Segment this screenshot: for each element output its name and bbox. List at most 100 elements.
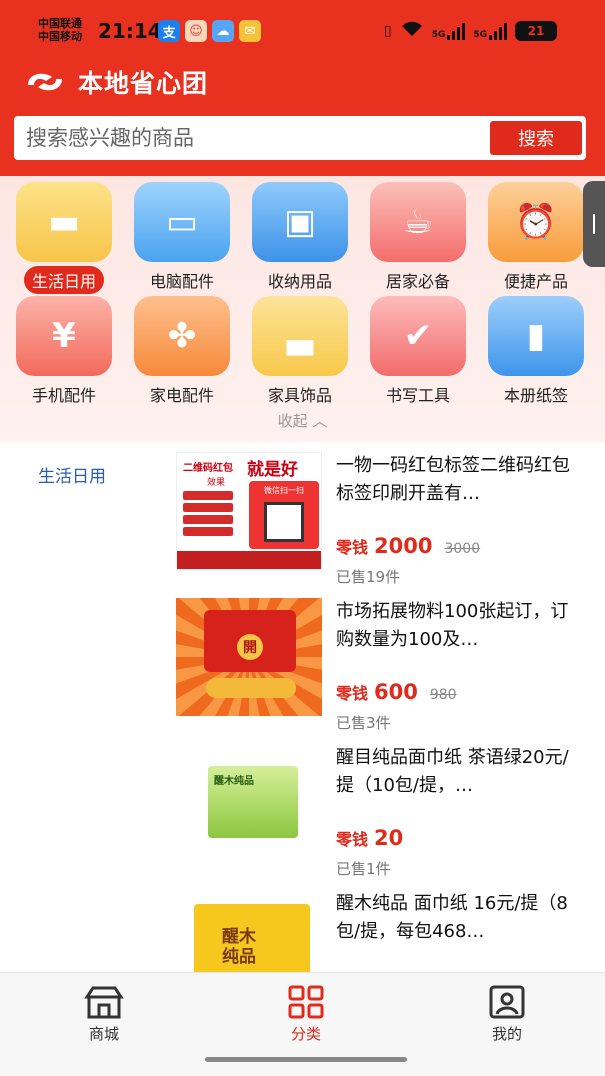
- price-currency: 零钱: [336, 538, 369, 557]
- category-label: 电脑配件: [149, 272, 214, 291]
- tissue-box-icon: ▬: [16, 182, 112, 262]
- category-label: 便捷产品: [503, 272, 568, 291]
- product-price: 零钱 20: [336, 826, 409, 850]
- header: 中国联通 中国移动 21:14 支 ☺ ☁ ✉ ▯ 5G 5G 21 本地省心团…: [0, 0, 605, 176]
- category-item-furniture[interactable]: ▃ 家具饰品: [241, 296, 359, 408]
- computer-icon: ▭: [134, 182, 230, 262]
- category-label: 家具饰品: [267, 386, 332, 405]
- category-grid-icon: [288, 985, 324, 1019]
- product-title[interactable]: 醒目纯品面巾纸 茶语绿20元/提（10包/提，…: [336, 744, 586, 800]
- search-input[interactable]: [14, 126, 490, 150]
- status-right: ▯ 5G 5G 21: [384, 20, 557, 42]
- sold-count: 已售19件: [336, 568, 401, 586]
- category-item-writing[interactable]: ✔ 书写工具: [359, 296, 477, 408]
- shop-icon: [84, 986, 124, 1019]
- sold-count: 已售3件: [336, 714, 391, 732]
- category-item-home[interactable]: ☕ 居家必备: [359, 182, 477, 294]
- category-item-daily[interactable]: ▬ 生活日用: [5, 182, 123, 294]
- image-footer: [177, 551, 321, 569]
- search-button[interactable]: 搜索: [490, 121, 582, 155]
- mascot-app-icon: ☺: [185, 20, 207, 42]
- category-label: 收纳用品: [267, 272, 332, 291]
- home-indicator[interactable]: [205, 1057, 407, 1062]
- brand-name: 本地省心团: [78, 69, 209, 98]
- signal-1-label: 5G: [431, 30, 446, 40]
- category-item-phone[interactable]: ¥ 手机配件: [5, 296, 123, 408]
- category-label: 家电配件: [149, 386, 214, 405]
- original-price: 980: [429, 687, 457, 703]
- price-currency: 零钱: [336, 830, 369, 849]
- vibrate-icon: ▯: [383, 23, 392, 39]
- tab-shop[interactable]: 商城: [64, 985, 144, 1044]
- category-panel: ▬ 生活日用 ▭ 电脑配件 ▣ 收纳用品 ☕ 居家必备 ⏰ 便捷产品 ¥ 手机配…: [0, 176, 605, 442]
- collapse-button[interactable]: 收起 ︿: [0, 410, 605, 431]
- red-envelope-graphic: 微信扫一扫: [249, 481, 319, 549]
- carrier-info: 中国联通 中国移动: [38, 17, 82, 43]
- alipay-icon: 支: [158, 20, 180, 42]
- sofa-icon: ▃: [252, 296, 348, 376]
- image-text: 二维码红包: [183, 463, 233, 474]
- signal-1: 5G: [432, 22, 466, 40]
- qr-code-icon: [264, 502, 304, 542]
- product-image: 二维码红包 就是好 效果 微信扫一扫: [176, 452, 322, 570]
- carrier-1: 中国联通: [38, 17, 82, 30]
- tab-label: 我的: [491, 1025, 522, 1043]
- category-item-computer[interactable]: ▭ 电脑配件: [123, 182, 241, 294]
- product-price: 零钱 2000 3000: [336, 534, 480, 558]
- price-value: 600: [374, 680, 418, 704]
- product-image: 醒木 纯品: [176, 890, 322, 972]
- category-item-notebook[interactable]: ▮ 本册纸签: [477, 296, 595, 408]
- price-value: 20: [374, 826, 404, 850]
- category-item-appliance[interactable]: ✤ 家电配件: [123, 296, 241, 408]
- product-title[interactable]: 醒木纯品 面巾纸 16元/提（8包/提，每包468…: [336, 890, 586, 946]
- signal-bars-icon: [489, 22, 507, 40]
- sidebar-item-current[interactable]: 生活日用: [38, 462, 106, 487]
- weather-icon: ☁: [212, 20, 234, 42]
- alarm-clock-icon: ⏰: [488, 182, 584, 262]
- brand-logo-icon: [28, 73, 62, 91]
- notification-icons: 支 ☺ ☁ ✉: [158, 20, 261, 42]
- tab-label: 商城: [88, 1025, 119, 1043]
- phone-icon: ¥: [16, 296, 112, 376]
- message-icon: ✉: [239, 20, 261, 42]
- wifi-icon: [400, 20, 424, 42]
- cup-icon: ☕: [370, 182, 466, 262]
- category-label: 居家必备: [385, 272, 450, 291]
- product-card[interactable]: 醒木纯品 醒目纯品面巾纸 茶语绿20元/提（10包/提，… 零钱 20 已售1件: [176, 744, 586, 884]
- category-item-storage[interactable]: ▣ 收纳用品: [241, 182, 359, 294]
- product-title[interactable]: 市场拓展物料100张起订，订购数量为100及…: [336, 598, 586, 654]
- image-text: 纯品: [222, 947, 256, 967]
- product-card[interactable]: 二维码红包 就是好 效果 微信扫一扫 一物一码红包标签二维码红包标签印刷开盖有……: [176, 452, 586, 592]
- carrier-2: 中国移动: [38, 30, 82, 43]
- tab-profile[interactable]: 我的: [467, 985, 547, 1044]
- gold-coins-graphic: [206, 678, 296, 698]
- signal-2-label: 5G: [473, 30, 487, 40]
- category-label: 生活日用: [23, 266, 104, 294]
- status-bar: 中国联通 中国移动 21:14 支 ☺ ☁ ✉ ▯ 5G 5G 21: [0, 0, 605, 56]
- category-label: 手机配件: [31, 386, 96, 405]
- product-image: 開: [176, 598, 322, 716]
- price-value: 2000: [374, 534, 433, 558]
- tissue-pack-graphic: 醒木 纯品: [194, 904, 310, 972]
- signal-bars-icon: [447, 22, 466, 40]
- battery-icon: 21: [515, 21, 557, 41]
- tissue-pack-graphic: 醒木纯品: [208, 766, 298, 838]
- image-tags: [183, 491, 233, 543]
- app-screen: 中国联通 中国移动 21:14 支 ☺ ☁ ✉ ▯ 5G 5G 21 本地省心团…: [0, 0, 605, 1076]
- storage-box-icon: ▣: [252, 182, 348, 262]
- product-title[interactable]: 一物一码红包标签二维码红包标签印刷开盖有…: [336, 452, 586, 508]
- product-card[interactable]: 醒木 纯品 醒木纯品 面巾纸 16元/提（8包/提，每包468… 零钱 16: [176, 890, 586, 972]
- tab-category[interactable]: 分类: [266, 985, 346, 1044]
- sold-count: 已售1件: [336, 860, 391, 878]
- scroll-handle[interactable]: [583, 181, 605, 267]
- book-icon: ▮: [488, 296, 584, 376]
- tab-label: 分类: [290, 1025, 321, 1043]
- product-image: 醒木纯品: [176, 744, 322, 862]
- signal-2: 5G: [473, 22, 507, 40]
- category-item-convenience[interactable]: ⏰ 便捷产品: [477, 182, 595, 294]
- search-bar: 搜索: [14, 116, 586, 160]
- product-card[interactable]: 開 市场拓展物料100张起订，订购数量为100及… 零钱 600 980 已售3…: [176, 598, 586, 738]
- image-text: 微信扫一扫: [264, 486, 304, 495]
- status-time: 21:14: [98, 19, 162, 43]
- category-label: 书写工具: [385, 386, 450, 405]
